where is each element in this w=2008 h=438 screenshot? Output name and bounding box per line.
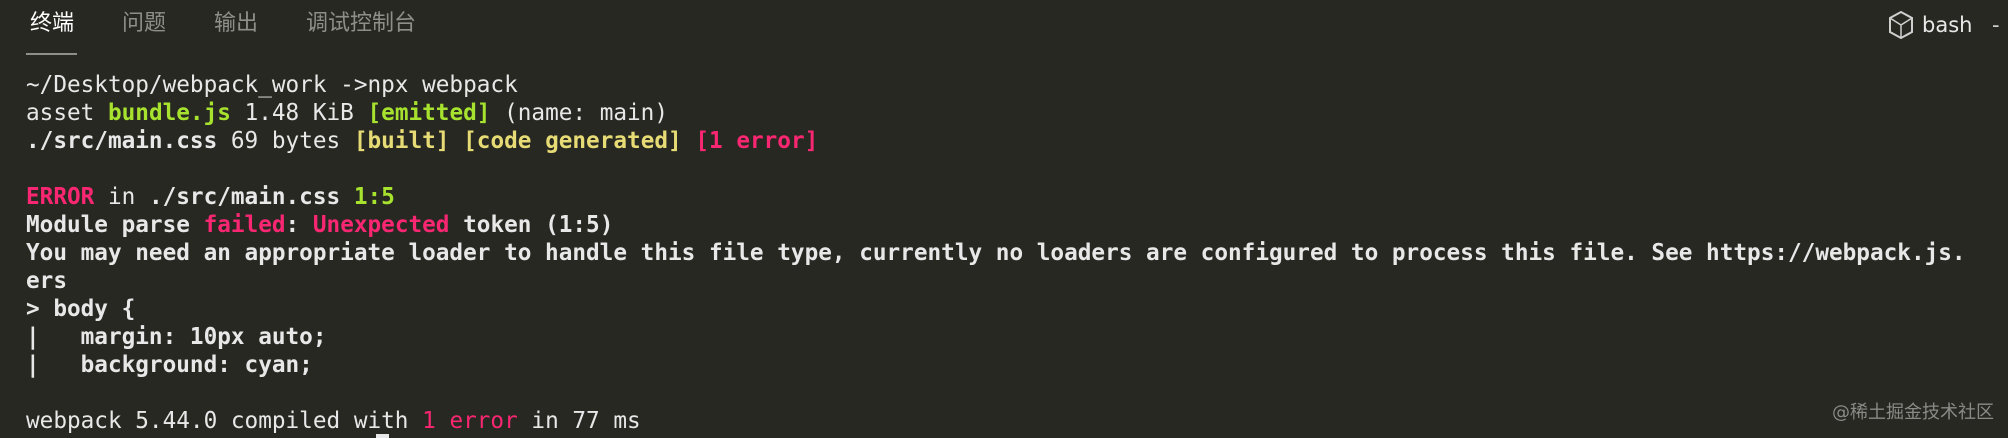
- terminal-output[interactable]: ~/Desktop/webpack_work ->npx webpack ass…: [26, 71, 2008, 438]
- terminal-text: (name: main): [490, 100, 669, 126]
- terminal-line: You may need an appropriate loader to ha…: [26, 240, 1966, 266]
- terminal-line: | background: cyan;: [26, 352, 313, 378]
- terminal-line: ERROR in ./src/main.css 1:5: [26, 183, 2008, 211]
- terminal-text: webpack 5.44.0 compiled with: [26, 408, 423, 434]
- status-tag-error: [1 error]: [695, 128, 819, 154]
- terminal-text: :: [285, 212, 313, 238]
- active-tab-indicator: [26, 53, 77, 55]
- error-keyword: failed: [203, 212, 286, 238]
- error-location: 1:5: [353, 184, 395, 210]
- terminal-text: 69 bytes: [217, 128, 354, 154]
- status-tag-code-generated: [code generated]: [463, 128, 682, 154]
- terminal-line: webpack 5.44.0 compiled with 1 error in …: [26, 407, 2008, 435]
- tab-output[interactable]: 输出: [214, 10, 258, 38]
- shell-selector[interactable]: bash -: [1888, 10, 2008, 40]
- terminal-text: in 77 ms: [517, 408, 641, 434]
- module-path: ./src/main.css: [148, 184, 341, 210]
- terminal-line: asset bundle.js 1.48 KiB [emitted] (name…: [26, 99, 2008, 127]
- terminal-line: > body {: [26, 296, 136, 322]
- terminal-text: token (1:5): [449, 212, 614, 238]
- watermark: @稀土掘金技术社区: [1832, 402, 1994, 423]
- terminal-line: | margin: 10px auto;: [26, 324, 327, 350]
- status-tag-built: [built]: [353, 128, 450, 154]
- error-keyword: Unexpected: [312, 212, 450, 238]
- status-tag-emitted: [emitted]: [367, 100, 491, 126]
- shell-label: bash: [1922, 13, 1973, 37]
- terminal-text: in: [94, 184, 149, 210]
- terminal-text: Module parse: [26, 212, 204, 238]
- panel-tab-bar: 终端 问题 输出 调试控制台 bash -: [0, 0, 2008, 56]
- terminal-text: 1.48 KiB: [230, 100, 368, 126]
- error-count: 1 error: [422, 408, 518, 434]
- tab-terminal[interactable]: 终端: [30, 10, 74, 38]
- terminal-line: ./src/main.css 69 bytes [built] [code ge…: [26, 127, 2008, 155]
- module-path: ./src/main.css: [26, 128, 218, 154]
- shell-menu-dash[interactable]: -: [1992, 12, 2000, 38]
- terminal-icon: [1888, 10, 1914, 40]
- asset-name: bundle.js: [107, 100, 231, 126]
- terminal-text: asset: [26, 100, 108, 126]
- terminal-line: Module parse failed: Unexpected token (1…: [26, 211, 2008, 239]
- terminal-cursor: [376, 434, 389, 438]
- terminal-line: ers: [26, 268, 67, 294]
- tab-debug-console[interactable]: 调试控制台: [306, 10, 416, 38]
- error-label: ERROR: [26, 184, 95, 210]
- terminal-line: ~/Desktop/webpack_work ->npx webpack: [26, 72, 518, 98]
- tab-problems[interactable]: 问题: [122, 10, 166, 38]
